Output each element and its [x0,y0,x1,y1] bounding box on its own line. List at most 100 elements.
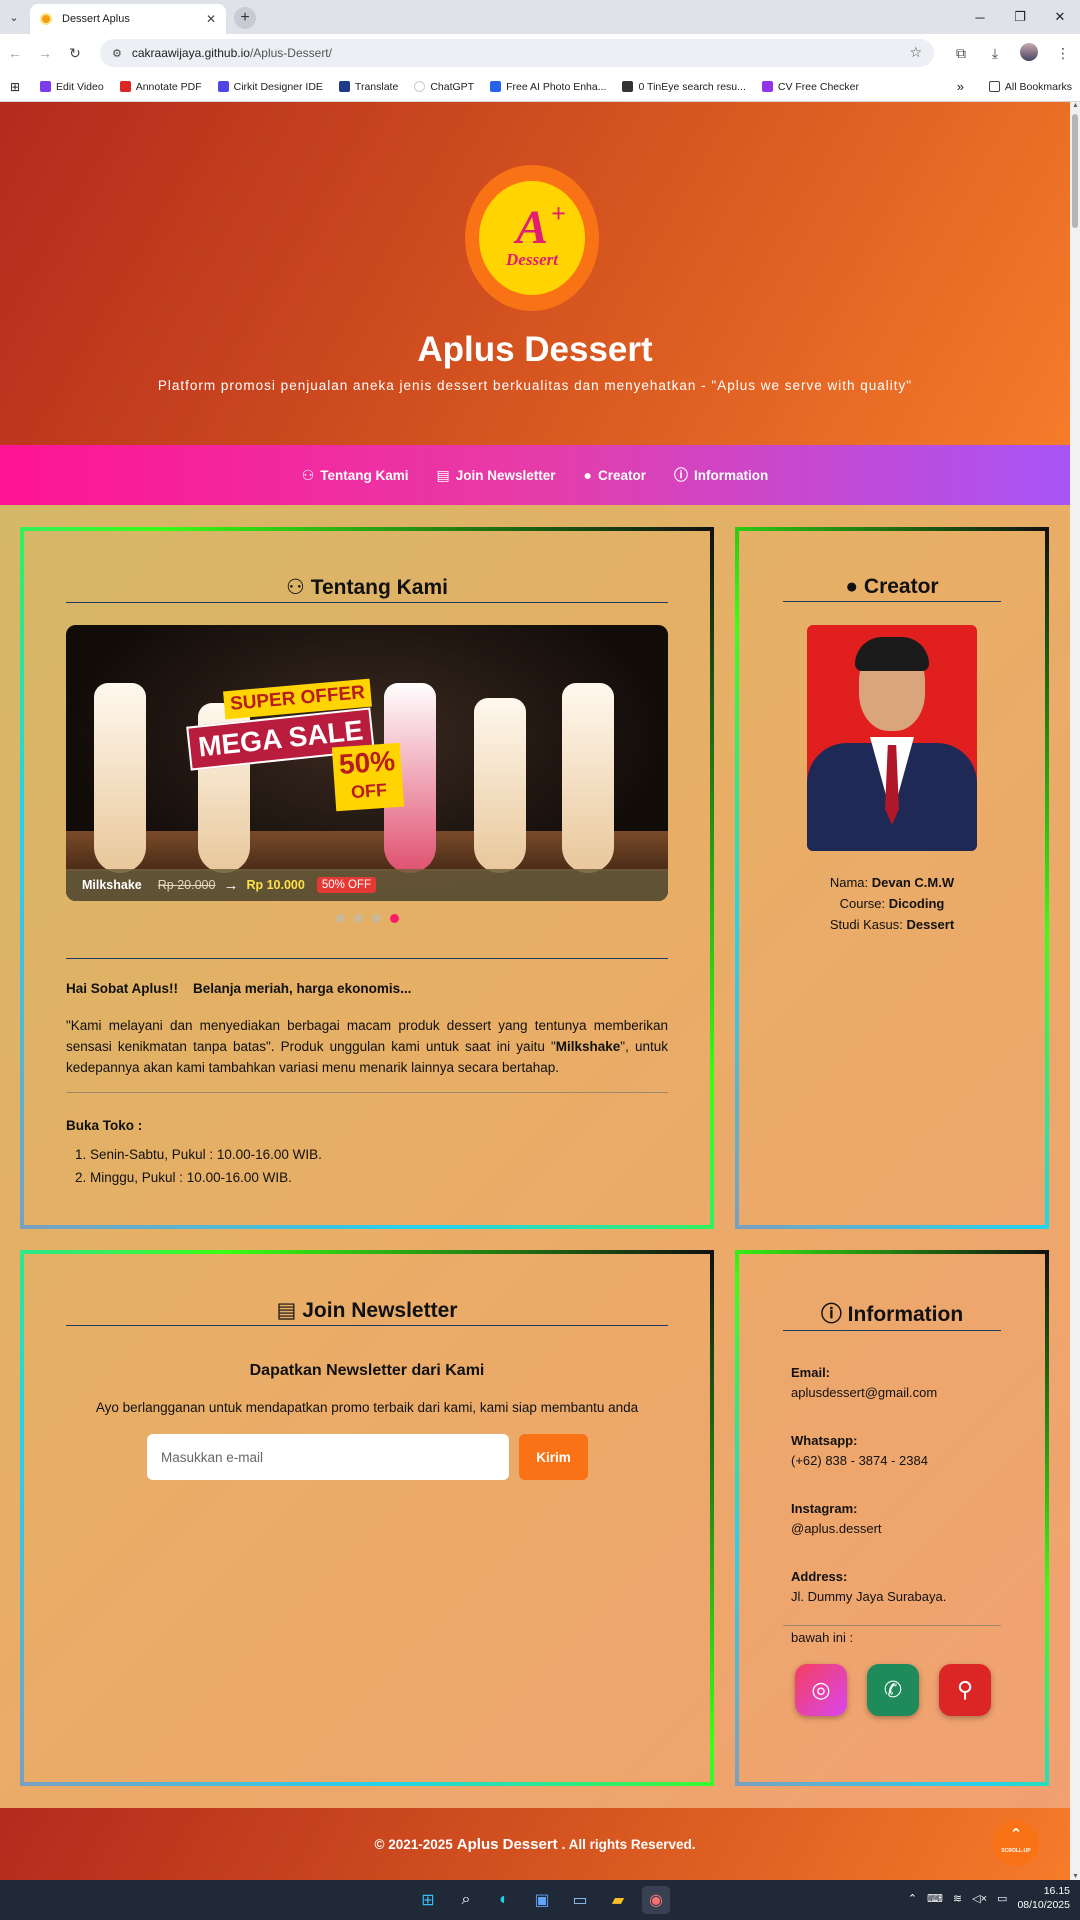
menu-icon[interactable]: ⋮ [1046,45,1080,62]
bookmark-item[interactable]: Translate [338,81,398,93]
newsletter-description: Ayo berlangganan untuk mendapatkan promo… [95,1400,639,1415]
address-bar[interactable]: ⚙ cakraawijaya.github.io/Aplus-Dessert/ … [100,39,934,67]
info-icon: ⓘ [820,1303,848,1326]
chrome-icon[interactable]: ◉ [642,1886,670,1914]
minimize-icon[interactable]: ─ [960,10,1000,25]
about-card: ⚇ Tentang Kami SUPER OFFER MEGA SALE 50%… [20,527,714,1229]
bookmark-item[interactable]: Annotate PDF [119,81,202,93]
reload-icon[interactable]: ↻ [60,45,90,62]
site-info-icon[interactable]: ⚙ [112,47,122,60]
newspaper-icon: ▤ [436,466,450,483]
bookmark-item[interactable]: ChatGPT [414,81,474,93]
divider [66,1092,668,1093]
favicon-icon [40,13,52,25]
nav-tentang-kami[interactable]: ⚇ Tentang Kami [302,467,409,484]
store-icon[interactable]: ▣ [528,1886,556,1914]
browser-toolbar: ← → ↻ ⚙ cakraawijaya.github.io/Aplus-Des… [0,34,1080,72]
chevron-up-icon[interactable]: ⌃ [908,1892,917,1905]
close-window-icon[interactable]: ✕ [1040,9,1080,25]
search-icon[interactable]: ⌕ [452,1886,480,1914]
divider [783,1625,1001,1626]
carousel-dot[interactable] [353,914,363,923]
bookmark-item[interactable]: Free AI Photo Enha... [490,81,606,93]
user-icon: ● [845,575,864,598]
promo-banner: SUPER OFFER MEGA SALE 50% OFF [184,667,405,812]
hours-title: Buka Toko : [66,1118,143,1133]
bookmark-item[interactable]: 0 TinEye search resu... [622,81,746,93]
creator-case: Dessert [906,917,955,932]
browser-tab[interactable]: Dessert Aplus ✕ [30,4,226,34]
nav-join-newsletter[interactable]: ▤ Join Newsletter [437,467,556,484]
web-page: A + Dessert Aplus Dessert Platform promos… [0,102,1070,1880]
download-icon[interactable]: ⤓ [978,45,1012,62]
clock[interactable]: 16.15 08/10/2025 [1017,1884,1070,1912]
volume-icon[interactable]: ◁× [972,1892,987,1905]
bookmark-item[interactable]: Edit Video [40,81,104,93]
all-bookmarks[interactable]: All Bookmarks [988,81,1072,93]
whatsapp-icon[interactable]: ✆ [867,1664,919,1716]
map-pin-icon[interactable]: ⚲ [939,1664,991,1716]
site-footer: © 2021-2025 Aplus Dessert. All rights Res… [0,1808,1070,1880]
price-arrow-icon: → [223,876,239,894]
hours-list: Senin-Sabtu, Pukul : 10.00-16.00 WIB. Mi… [66,1143,668,1189]
edge-icon[interactable]: ◐ [490,1886,518,1914]
list-item: Minggu, Pukul : 10.00-16.00 WIB. [90,1166,668,1189]
info-email: Email: aplusdessert@gmail.com [791,1365,938,1400]
taskbar: ⊞ ⌕ ◐ ▣ ▭ ▰ ◉ ⌃ ⌨ ≋ ◁× ▭ 16.15 08/10/202… [0,1880,1080,1920]
site-header: A + Dessert Aplus Dessert Platform promos… [0,102,1070,445]
keyboard-icon[interactable]: ⌨ [927,1892,943,1905]
page-scrollbar[interactable]: ▲ ▼ [1070,102,1080,1880]
scroll-thumb[interactable] [1072,114,1078,228]
bookmark-star-icon[interactable]: ☆ [909,44,922,61]
instagram-icon[interactable]: ◎ [795,1664,847,1716]
creator-card: ● Creator Nama: Devan C.M.W Course: Dico… [735,527,1049,1229]
creator-info: Nama: Devan C.M.W Course: Dicoding Studi… [829,875,955,932]
information-card: ⓘ Information Email: aplusdessert@gmail.c… [735,1250,1049,1786]
slide-caption: Milkshake Rp 20.000 → Rp 10.000 50% OFF [66,869,668,901]
scroll-down-arrow-icon[interactable]: ▼ [1072,1873,1079,1880]
scroll-up-arrow-icon[interactable]: ▲ [1072,102,1079,109]
creator-name: Devan C.M.W [871,875,955,890]
newsletter-title: ▤ Join Newsletter [66,1298,668,1326]
profile-avatar[interactable] [1012,42,1046,64]
apps-grid-icon[interactable]: ⊞ [0,80,30,94]
nav-creator[interactable]: ● Creator [584,467,646,483]
bookmarks-bar: ⊞ Edit Video Annotate PDF Cirkit Designe… [0,72,1080,102]
bookmark-item[interactable]: Cirkit Designer IDE [217,81,323,93]
new-price: Rp 10.000 [246,878,305,892]
tab-strip: ⌄ Dessert Aplus ✕ + ─ ❐ ✕ [0,0,1080,34]
windows-start-icon[interactable]: ⊞ [414,1886,442,1914]
carousel-dot[interactable] [371,914,381,923]
carousel-dot-active[interactable] [389,914,399,923]
info-instagram: Instagram: @aplus.dessert [791,1501,882,1536]
close-tab-icon[interactable]: ✕ [206,12,216,26]
mail-icon[interactable]: ▭ [566,1886,594,1914]
carousel-dot[interactable] [335,914,345,923]
bookmark-item[interactable]: CV Free Checker [761,81,859,93]
restore-icon[interactable]: ❐ [1000,9,1040,25]
scroll-up-button[interactable]: ⌃ SCROLL-UP [993,1820,1039,1866]
nav-information[interactable]: ⓘ Information [674,465,768,485]
carousel-dots [24,914,710,923]
extensions-icon[interactable]: ⧉ [944,45,978,62]
more-bookmarks-icon[interactable]: » [957,79,964,94]
email-field[interactable] [147,1434,509,1480]
newsletter-card: ▤ Join Newsletter Dapatkan Newsletter da… [20,1250,714,1786]
forward-icon[interactable]: → [30,45,60,61]
newsletter-heading: Dapatkan Newsletter dari Kami [249,1362,485,1379]
back-icon[interactable]: ← [0,45,30,61]
file-explorer-icon[interactable]: ▰ [604,1886,632,1914]
new-tab-button[interactable]: + [234,7,256,29]
about-description: "Kami melayani dan menyediakan berbagai … [66,1018,668,1075]
divider [66,958,668,959]
battery-icon[interactable]: ▭ [997,1892,1007,1905]
tab-search-icon[interactable]: ⌄ [0,11,28,24]
tab-title: Dessert Aplus [62,13,130,25]
wifi-icon[interactable]: ≋ [953,1892,962,1905]
user-plus-icon: ⚇ [286,576,311,599]
info-whatsapp: Whatsapp: (+62) 838 - 3874 - 2384 [791,1433,928,1468]
creator-photo [807,625,977,851]
information-title: ⓘ Information [783,1298,1001,1331]
send-button[interactable]: Kirim [519,1434,588,1480]
promo-carousel[interactable]: SUPER OFFER MEGA SALE 50% OFF Milkshake R… [66,625,668,901]
